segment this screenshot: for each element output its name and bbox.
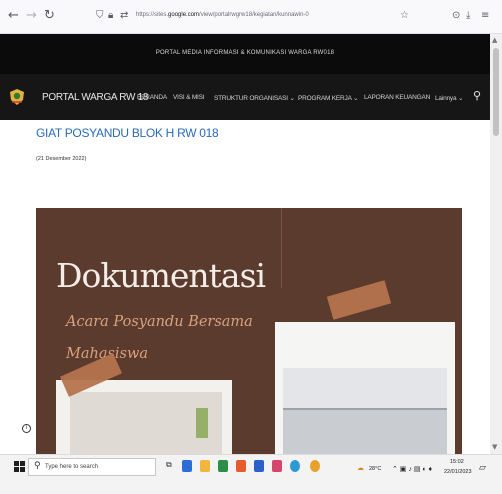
back-button[interactable]: ← [8, 9, 19, 23]
poster-tape-right [326, 280, 392, 320]
nav-program-kerja[interactable]: PROGRAM KERJA ⌄ [298, 94, 358, 102]
forward-button[interactable]: → [26, 9, 37, 23]
url-host: google.com [168, 12, 200, 18]
taskbar-app-4-icon[interactable] [236, 460, 246, 472]
windows-start-icon[interactable] [14, 461, 25, 472]
scroll-thumb[interactable] [493, 48, 499, 136]
chrome-icon[interactable] [310, 460, 320, 472]
poster-photo-left [56, 380, 232, 454]
documentation-poster-image: Dokumentasi Acara Posyandu Bersama Mahas… [36, 208, 462, 454]
nav-visi-misi[interactable]: VISI & MISI [173, 94, 205, 101]
photo-left-scene [70, 392, 222, 454]
photo-right-ceiling [283, 368, 447, 408]
url-bar[interactable]: https://sites.google.com/view/portalrwgr… [136, 12, 309, 18]
page-scrollbar[interactable]: ▲ ▼ [490, 34, 502, 454]
notifications-icon[interactable]: ▱ [479, 462, 486, 473]
taskbar-app-6-icon[interactable] [272, 460, 282, 472]
poster-subtitle-line1: Acara Posyandu Bersama [66, 314, 253, 330]
hamburger-menu-icon[interactable]: ≡ [481, 10, 489, 21]
system-tray-icons[interactable]: ⌃ ▣ ♪ ▤ ◐ ♦ [392, 465, 432, 473]
taskbar-app-5-icon[interactable] [254, 460, 264, 472]
scroll-down-arrow-icon[interactable]: ▼ [492, 443, 497, 451]
file-explorer-icon[interactable] [200, 460, 210, 472]
search-icon[interactable]: ⚲ [473, 89, 481, 102]
pocket-icon[interactable]: ⊙ [452, 10, 460, 21]
clock-time[interactable]: 15:02 [450, 459, 464, 465]
taskbar-search-placeholder: Type here to search [45, 464, 99, 470]
taskbar-app-1-icon[interactable] [182, 460, 192, 472]
photo-right-beam [283, 408, 447, 410]
site-name[interactable]: PORTAL WARGA RW 18 [42, 92, 148, 103]
post-date: (21 Desember 2022) [36, 156, 87, 162]
page-title: GIAT POSYANDU BLOK H RW 018 [36, 126, 219, 140]
nav-laporan-keuangan[interactable]: LAPORAN KEUANGAN [364, 94, 430, 101]
photo-left-green-object [196, 408, 208, 438]
rw-logo-icon[interactable] [9, 88, 25, 106]
shield-icon[interactable]: ⛉ [96, 10, 104, 21]
permissions-icon[interactable]: ⇄ [120, 10, 128, 21]
nav-struktur-organisasi[interactable]: STRUKTUR ORGANISASI ⌄ [214, 94, 295, 102]
photo-right-scene [283, 368, 447, 454]
star-icon[interactable]: ☆ [400, 10, 409, 21]
poster-heading: Dokumentasi [56, 256, 266, 295]
url-prefix: https://sites. [136, 12, 169, 18]
poster-divider-line [281, 208, 282, 288]
url-path: /view/portalrwgrw18/kegiatan/kunnawin-0 [199, 12, 309, 18]
taskbar-app-3-icon[interactable] [218, 460, 228, 472]
taskbar-search-icon: ⚲ [34, 461, 41, 471]
lock-icon[interactable]: 🔒︎ [108, 10, 113, 21]
site-top-banner: PORTAL MEDIA INFORMASI & KOMUNIKASI WARG… [0, 34, 490, 74]
poster-photo-right [275, 322, 455, 454]
info-icon[interactable]: i [22, 424, 31, 433]
task-view-icon[interactable]: ⧉ [166, 460, 176, 472]
clock-date[interactable]: 22/01/2023 [444, 469, 472, 475]
weather-icon[interactable]: ☁ [357, 464, 364, 472]
nav-lainnya[interactable]: Lainnya ⌄ [435, 94, 463, 102]
weather-temperature[interactable]: 28°C [369, 466, 381, 472]
reload-button[interactable]: ↻ [44, 9, 55, 23]
scroll-up-arrow-icon[interactable]: ▲ [492, 36, 497, 44]
nav-beranda[interactable]: BERANDA [137, 94, 167, 101]
edge-icon[interactable] [290, 460, 300, 472]
site-top-banner-text: PORTAL MEDIA INFORMASI & KOMUNIKASI WARG… [155, 50, 335, 56]
download-icon[interactable]: ⤓ [466, 10, 470, 21]
